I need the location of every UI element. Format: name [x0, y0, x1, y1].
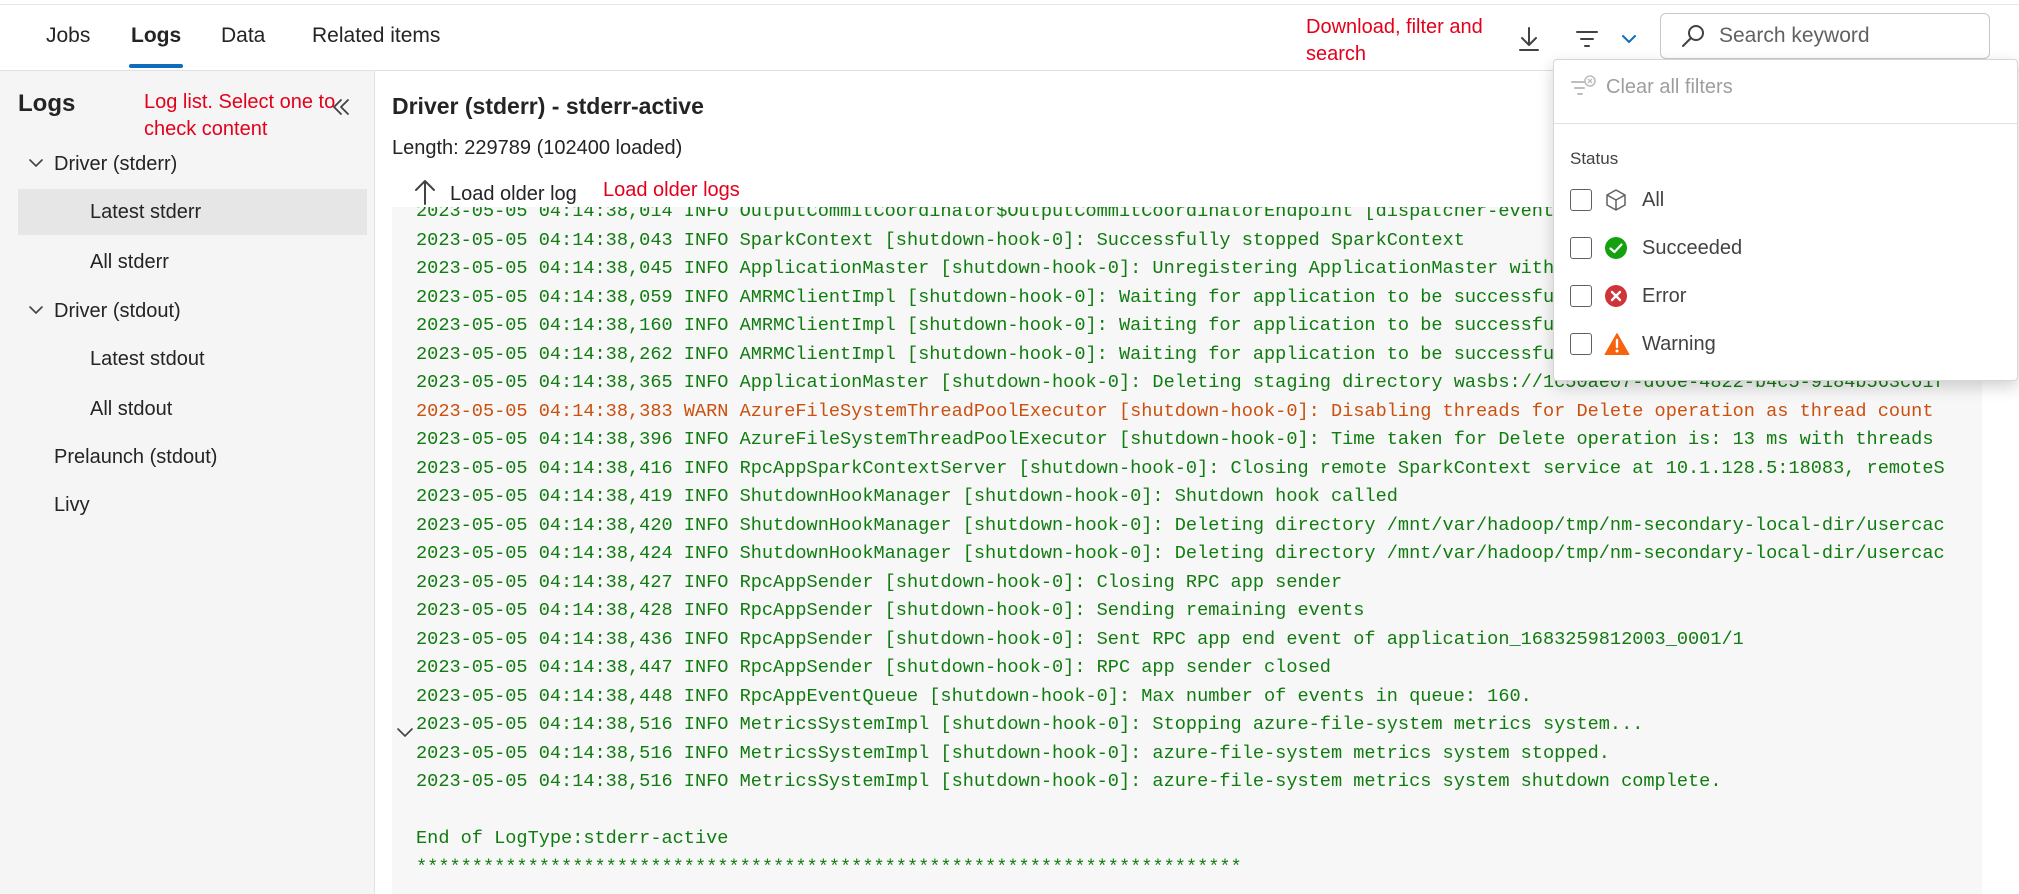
chevron-down-icon[interactable]	[28, 157, 44, 169]
clear-all-filters-label: Clear all filters	[1606, 75, 1733, 98]
top-border	[0, 4, 2019, 5]
arrow-up-icon	[415, 179, 435, 205]
filter-dropdown-toggle[interactable]	[1616, 26, 1642, 52]
status-heading: Status	[1570, 149, 1619, 168]
toolbar-annotation: Download, filter and search	[1306, 16, 1483, 65]
search-icon	[1682, 25, 1704, 47]
log-line: 2023-05-05 04:14:38,419 INFO ShutdownHoo…	[416, 486, 1398, 507]
sidebar-annotation: Log list. Select one to check content	[144, 91, 336, 140]
log-line: 2023-05-05 04:14:38,424 INFO ShutdownHoo…	[416, 543, 1945, 564]
tree-item-all-stdout[interactable]: All stdout	[90, 398, 172, 421]
check-circle-icon	[1605, 237, 1627, 259]
tree-item-driver-stderr[interactable]: Driver (stderr)	[54, 153, 177, 176]
tree-item-all-stderr[interactable]: All stderr	[90, 251, 169, 274]
filter-dropdown: Clear all filters Status All Succeeded E…	[1553, 59, 2018, 381]
load-older-log-label: Load older log	[450, 183, 577, 205]
load-older-log-button[interactable]: Load older log	[412, 177, 577, 206]
log-line: 2023-05-05 04:14:38,396 INFO AzureFileSy…	[416, 429, 1934, 450]
checkbox-warning[interactable]	[1570, 333, 1592, 355]
log-line: End of LogType:stderr-active	[416, 828, 729, 849]
log-line: 2023-05-05 04:14:38,427 INFO RpcAppSende…	[416, 571, 1343, 593]
tab-jobs[interactable]: Jobs	[46, 24, 90, 48]
dropdown-divider	[1554, 123, 2017, 124]
log-line: 2023-05-05 04:14:38,428 INFO RpcAppSende…	[416, 600, 1365, 621]
filter-option-label: Succeeded	[1642, 236, 1743, 259]
sidebar-title: Logs	[18, 90, 76, 117]
log-line: 2023-05-05 04:14:38,516 INFO MetricsSyst…	[416, 742, 1610, 764]
search-input[interactable]	[1717, 23, 1981, 49]
filter-option-error[interactable]: Error	[1570, 284, 1686, 308]
log-line: 2023-05-05 04:14:38,416 INFO RpcAppSpark…	[416, 457, 1945, 479]
checkbox-all[interactable]	[1570, 189, 1592, 211]
tree-item-latest-stderr[interactable]: Latest stderr	[90, 201, 201, 224]
double-chevron-left-icon	[333, 99, 349, 115]
log-line: 2023-05-05 04:14:38,420 INFO ShutdownHoo…	[416, 514, 1945, 536]
filter-option-succeeded[interactable]: Succeeded	[1570, 236, 1742, 260]
chevron-down-icon[interactable]	[396, 726, 414, 740]
log-line: ****************************************…	[416, 856, 1242, 878]
warning-icon	[1604, 333, 1630, 355]
load-older-annotation: Load older logs	[603, 179, 740, 201]
filter-option-label: Error	[1642, 284, 1687, 307]
error-circle-icon	[1605, 285, 1627, 307]
log-line-warn: 2023-05-05 04:14:38,383 WARN AzureFileSy…	[416, 400, 1934, 422]
cube-icon	[1606, 189, 1626, 211]
filter-option-label: All	[1642, 188, 1665, 211]
tab-data[interactable]: Data	[221, 24, 265, 48]
log-line: 2023-05-05 04:14:38,436 INFO RpcAppSende…	[416, 628, 1744, 650]
log-line: 2023-05-05 04:14:38,447 INFO RpcAppSende…	[416, 657, 1331, 678]
tab-related-items[interactable]: Related items	[312, 24, 440, 48]
checkbox-succeeded[interactable]	[1570, 237, 1592, 259]
tab-logs[interactable]: Logs	[131, 24, 181, 48]
log-length: Length: 229789 (102400 loaded)	[392, 137, 683, 159]
clear-all-filters-button[interactable]: Clear all filters	[1570, 74, 1733, 100]
collapse-sidebar-button[interactable]	[326, 92, 356, 122]
chevron-down-icon	[1622, 35, 1636, 44]
chevron-down-icon[interactable]	[28, 304, 44, 316]
filter-option-warning[interactable]: Warning	[1570, 332, 1716, 356]
log-title: Driver (stderr) - stderr-active	[392, 93, 704, 119]
download-button[interactable]	[1512, 22, 1546, 56]
clear-filter-icon	[1571, 75, 1596, 95]
tree-item-livy[interactable]: Livy	[54, 494, 90, 517]
tab-active-indicator	[129, 64, 183, 68]
tree-item-prelaunch-stdout[interactable]: Prelaunch (stdout)	[54, 446, 217, 469]
tree-item-latest-stdout[interactable]: Latest stdout	[90, 348, 205, 371]
filter-option-label: Warning	[1642, 332, 1716, 355]
download-icon	[1519, 27, 1539, 51]
tree-item-driver-stdout[interactable]: Driver (stdout)	[54, 300, 181, 323]
search-box[interactable]	[1660, 13, 1990, 59]
filter-button[interactable]	[1570, 22, 1604, 56]
log-line: 2023-05-05 04:14:38,448 INFO RpcAppEvent…	[416, 685, 1532, 707]
filter-icon	[1576, 31, 1598, 47]
filter-option-all[interactable]: All	[1570, 188, 1664, 212]
log-line: 2023-05-05 04:14:38,516 INFO MetricsSyst…	[416, 771, 1722, 792]
checkbox-error[interactable]	[1570, 285, 1592, 307]
log-line: 2023-05-05 04:14:38,516 INFO MetricsSyst…	[416, 714, 1644, 735]
